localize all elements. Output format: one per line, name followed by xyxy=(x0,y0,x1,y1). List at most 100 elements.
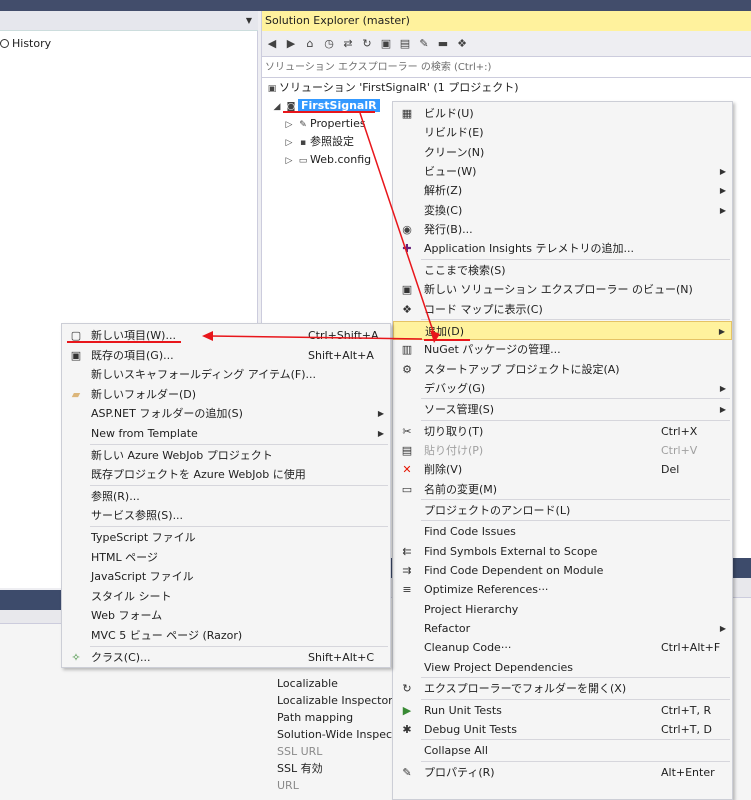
tree-references[interactable]: ▷ ▪ 参照設定 xyxy=(282,133,354,151)
context-menu-item-label: プロパティ(R) xyxy=(424,765,495,779)
context-menu-item-label: Refactor xyxy=(424,622,471,636)
web-project-icon: ◙ xyxy=(286,102,296,112)
context-menu-item[interactable]: ↻ エクスプローラーでフォルダーを開く(X) xyxy=(393,679,732,698)
solution-icon: ▣ xyxy=(267,84,277,94)
back-icon[interactable]: ◀ xyxy=(264,36,280,52)
tree-solution[interactable]: ▣ ソリューション 'FirstSignalR' (1 プロジェクト) xyxy=(265,79,519,97)
tree-references-label: 参照設定 xyxy=(310,135,354,148)
solution-explorer-toolbar: ◀ ▶ ⌂ ◷ ⇄ ↻ ▣ ▤ ✎ ▬ ❖ xyxy=(262,31,751,57)
ide-top-bar xyxy=(0,0,751,11)
context-menu-item[interactable]: 追加(D) ▶ xyxy=(393,320,732,341)
add-submenu-item[interactable]: 新しい Azure WebJob プロジェクト xyxy=(62,446,390,466)
submenu-arrow-icon: ▶ xyxy=(719,205,726,215)
context-menu-item-label: 解析(Z) xyxy=(424,184,463,198)
context-menu-item[interactable]: Find Code Issues xyxy=(393,522,732,541)
add-submenu-item[interactable]: 新しいスキャフォールディング アイテム(F)... xyxy=(62,365,390,385)
context-menu-item[interactable]: 変換(C) ▶ xyxy=(393,201,732,220)
add-submenu-item[interactable]: MVC 5 ビュー ページ (Razor) xyxy=(62,626,390,646)
add-submenu-item-label: 既存プロジェクトを Azure WebJob に使用 xyxy=(91,468,306,482)
context-menu-item[interactable]: Cleanup Code··· Ctrl+Alt+F xyxy=(393,638,732,657)
add-submenu-item[interactable]: TypeScript ファイル xyxy=(62,528,390,548)
add-submenu-item[interactable]: サービス参照(S)... xyxy=(62,506,390,526)
context-menu-item[interactable]: ⚙ スタートアップ プロジェクトに設定(A) xyxy=(393,360,732,379)
context-menu-item[interactable]: ここまで検索(S) xyxy=(393,261,732,280)
properties-icon[interactable]: ✎ xyxy=(416,36,432,52)
context-menu-item[interactable]: ⇉ Find Code Dependent on Module xyxy=(393,561,732,580)
context-menu-item[interactable]: ビュー(W) ▶ xyxy=(393,162,732,181)
property-row-label[interactable]: URL xyxy=(277,777,299,794)
property-row-label[interactable]: Localizable xyxy=(277,675,338,692)
property-row-label[interactable]: Localizable Inspector xyxy=(277,692,393,709)
add-submenu-item[interactable]: 既存プロジェクトを Azure WebJob に使用 xyxy=(62,465,390,485)
refresh-icon[interactable]: ↻ xyxy=(359,36,375,52)
context-menu-item[interactable]: ◉ 発行(B)... xyxy=(393,220,732,239)
context-menu-item-label: Debug Unit Tests xyxy=(424,722,517,736)
collapsed-arrow-icon[interactable]: ▷ xyxy=(282,116,296,134)
add-submenu-item[interactable]: 参照(R)... xyxy=(62,487,390,507)
add-submenu-item[interactable]: HTML ページ xyxy=(62,548,390,568)
context-menu-item[interactable]: ❖ コード マップに表示(C) xyxy=(393,300,732,319)
add-submenu-item-label: 参照(R)... xyxy=(91,489,140,503)
context-menu-item[interactable]: リビルド(E) xyxy=(393,123,732,142)
context-menu-item[interactable]: ✎ プロパティ(R) Alt+Enter xyxy=(393,763,732,782)
find-external-icon: ⇇ xyxy=(402,544,412,558)
context-menu-item[interactable]: プロジェクトのアンロード(L) xyxy=(393,501,732,520)
context-menu-item[interactable]: Refactor ▶ xyxy=(393,619,732,638)
add-submenu-item[interactable]: ▣ 既存の項目(G)... Shift+Alt+A xyxy=(62,346,390,366)
add-submenu-item[interactable]: ASP.NET フォルダーの追加(S) ▶ xyxy=(62,404,390,424)
add-submenu-item[interactable]: ▰ 新しいフォルダー(D) xyxy=(62,385,390,405)
context-menu-item[interactable]: ⇇ Find Symbols External to Scope xyxy=(393,542,732,561)
context-menu-item[interactable]: View Project Dependencies xyxy=(393,658,732,677)
chevron-down-icon[interactable]: ▼ xyxy=(246,16,252,25)
menu-separator xyxy=(421,419,730,421)
tree-properties[interactable]: ▷ ✎ Properties xyxy=(282,115,366,133)
context-menu-item[interactable]: ✱ Debug Unit Tests Ctrl+T, D xyxy=(393,720,732,739)
context-menu-item[interactable]: クリーン(N) xyxy=(393,143,732,162)
context-menu-item[interactable]: デバッグ(G) ▶ xyxy=(393,379,732,398)
add-submenu-item[interactable]: New from Template ▶ xyxy=(62,424,390,444)
show-all-files-icon[interactable]: ▤ xyxy=(397,36,413,52)
history-item[interactable]: History xyxy=(0,35,51,53)
context-menu-item-label: 削除(V) xyxy=(424,463,463,477)
add-submenu-item[interactable]: スタイル シート xyxy=(62,587,390,607)
context-menu-item[interactable]: ▦ ビルド(U) xyxy=(393,104,732,123)
context-menu-item[interactable]: ▣ 新しい ソリューション エクスプローラー のビュー(N) xyxy=(393,280,732,299)
context-menu-item-label: 名前の変更(M) xyxy=(424,482,498,496)
property-row-label[interactable]: Solution-Wide Inspect xyxy=(277,726,396,743)
property-row-label[interactable]: SSL 有効 xyxy=(277,760,323,777)
sync-icon[interactable]: ⇄ xyxy=(340,36,356,52)
property-row-label[interactable]: Path mapping xyxy=(277,709,353,726)
context-menu-item[interactable]: ソース管理(S) ▶ xyxy=(393,400,732,419)
tree-project[interactable]: ◢ ◙ FirstSignalR xyxy=(270,97,380,115)
property-row-label[interactable]: SSL URL xyxy=(277,743,322,760)
add-submenu-item-label: Web フォーム xyxy=(91,609,163,623)
add-submenu-item[interactable]: ✧ クラス(C)... Shift+Alt+C xyxy=(62,648,390,668)
context-menu-item[interactable]: ✚ Application Insights テレメトリの追加... xyxy=(393,239,732,258)
context-menu-item[interactable]: ✕ 削除(V) Del xyxy=(393,460,732,479)
add-submenu-item[interactable]: Web フォーム xyxy=(62,606,390,626)
context-menu-item[interactable]: ✂ 切り取り(T) Ctrl+X xyxy=(393,422,732,441)
history-toolbar-icon[interactable]: ◷ xyxy=(321,36,337,52)
solution-explorer-search[interactable]: ソリューション エクスプローラー の検索 (Ctrl+:) xyxy=(262,58,751,78)
forward-icon[interactable]: ▶ xyxy=(283,36,299,52)
context-menu-item[interactable]: ≡ Optimize References··· xyxy=(393,580,732,599)
expand-icon[interactable]: ◢ xyxy=(270,98,284,116)
find-dependent-icon: ⇉ xyxy=(402,564,412,578)
tree-webconfig[interactable]: ▷ ▭ Web.config xyxy=(282,151,372,170)
context-menu-item[interactable]: ▥ NuGet パッケージの管理... xyxy=(393,340,732,359)
add-submenu-item[interactable]: ▢ 新しい項目(W)... Ctrl+Shift+A xyxy=(62,326,390,346)
home-icon[interactable]: ⌂ xyxy=(302,36,318,52)
collapsed-arrow-icon[interactable]: ▷ xyxy=(282,152,296,170)
context-menu-item[interactable]: ▭ 名前の変更(M) xyxy=(393,480,732,499)
class-icon: ✧ xyxy=(71,650,81,664)
context-menu-item[interactable]: ▶ Run Unit Tests Ctrl+T, R xyxy=(393,701,732,720)
context-menu-item[interactable]: Project Hierarchy xyxy=(393,600,732,619)
context-menu-item[interactable]: 解析(Z) ▶ xyxy=(393,181,732,200)
add-submenu-item[interactable]: JavaScript ファイル xyxy=(62,567,390,587)
collapsed-arrow-icon[interactable]: ▷ xyxy=(282,134,296,152)
code-map-toolbar-icon[interactable]: ❖ xyxy=(454,36,470,52)
wrench-icon: ✎ xyxy=(402,765,412,779)
preview-icon[interactable]: ▬ xyxy=(435,36,451,52)
collapse-icon[interactable]: ▣ xyxy=(378,36,394,52)
context-menu-item[interactable]: Collapse All xyxy=(393,741,732,760)
